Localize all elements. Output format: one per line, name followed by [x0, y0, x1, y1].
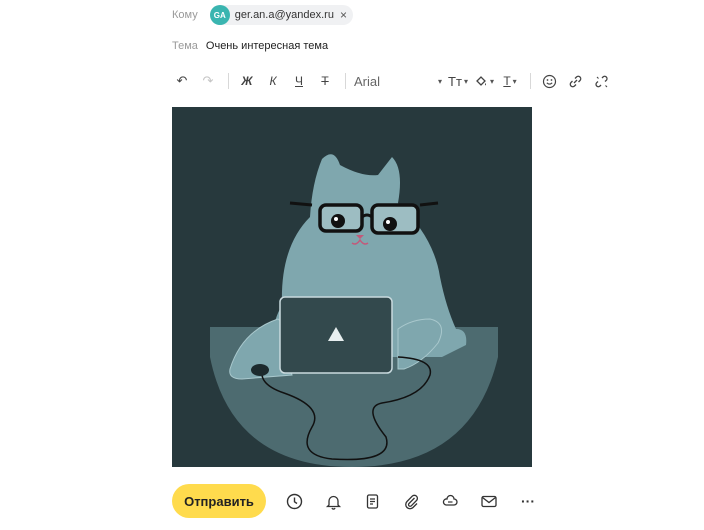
emoji-button[interactable]	[539, 70, 559, 92]
recipient-chip[interactable]: GA ger.an.a@yandex.ru ×	[209, 5, 353, 25]
chevron-down-icon: ▾	[512, 76, 517, 86]
attach-file-button[interactable]	[400, 490, 422, 512]
chevron-down-icon: ▾	[463, 76, 468, 86]
toolbar-divider	[345, 73, 346, 89]
mail-icon	[481, 495, 497, 507]
toolbar-divider	[228, 73, 229, 89]
unlink-icon	[594, 75, 608, 87]
underline-button[interactable]: Ч	[289, 70, 309, 92]
reminder-button[interactable]	[322, 490, 344, 512]
link-icon	[569, 75, 581, 87]
recipient-avatar: GA	[209, 5, 230, 25]
strikethrough-button[interactable]: Т	[315, 70, 335, 92]
cat-laptop-illustration	[172, 107, 532, 467]
compose-action-bar: Отправить ···	[172, 484, 539, 518]
font-size-icon: Tт	[448, 73, 462, 89]
font-size-button[interactable]: Tт ▾	[448, 70, 468, 92]
schedule-send-button[interactable]	[283, 490, 305, 512]
bell-icon	[325, 495, 341, 510]
italic-button[interactable]: К	[263, 70, 283, 92]
cat-right-eye	[383, 217, 397, 231]
templates-button[interactable]	[361, 490, 383, 512]
subject-row[interactable]: Тема Очень интересная тема	[172, 36, 328, 56]
document-icon	[366, 493, 378, 509]
undo-icon[interactable]: ↶	[172, 70, 192, 92]
bold-button[interactable]: Ж	[237, 70, 257, 92]
to-label: Кому	[172, 9, 198, 21]
cat-left-eye	[331, 214, 345, 228]
cloud-attach-icon	[442, 494, 458, 506]
remove-link-button[interactable]	[591, 70, 611, 92]
subject-field[interactable]: Очень интересная тема	[206, 40, 328, 52]
smiley-icon	[542, 74, 556, 88]
chevron-down-icon: ▾	[490, 76, 495, 86]
fill-color-button[interactable]: ▾	[474, 70, 494, 92]
attach-from-disk-button[interactable]	[439, 490, 461, 512]
subject-label: Тема	[172, 40, 198, 52]
font-family-select[interactable]: Arial ▾	[354, 70, 442, 92]
toolbar-divider	[530, 73, 532, 89]
recipient-email: ger.an.a@yandex.ru	[234, 9, 334, 21]
chevron-down-icon: ▾	[437, 76, 442, 86]
text-color-button[interactable]: Т ▾	[500, 70, 520, 92]
formatting-toolbar: ↶ ↷ Ж К Ч Т Arial ▾ Tт ▾ ▾ Т ▾	[172, 70, 617, 92]
clock-icon	[286, 493, 302, 509]
mail-options-button[interactable]	[478, 490, 500, 512]
redo-icon[interactable]: ↷	[198, 70, 218, 92]
more-icon[interactable]: ···	[517, 490, 539, 512]
font-family-value: Arial	[354, 73, 381, 89]
computer-mouse	[251, 364, 269, 376]
paint-bucket-icon	[476, 76, 486, 86]
send-button[interactable]: Отправить	[172, 484, 266, 518]
insert-link-button[interactable]	[565, 70, 585, 92]
to-row: Кому GA ger.an.a@yandex.ru ×	[172, 4, 353, 26]
text-color-icon: Т	[503, 74, 511, 88]
remove-recipient-icon[interactable]: ×	[340, 8, 347, 22]
paperclip-icon	[404, 494, 418, 509]
